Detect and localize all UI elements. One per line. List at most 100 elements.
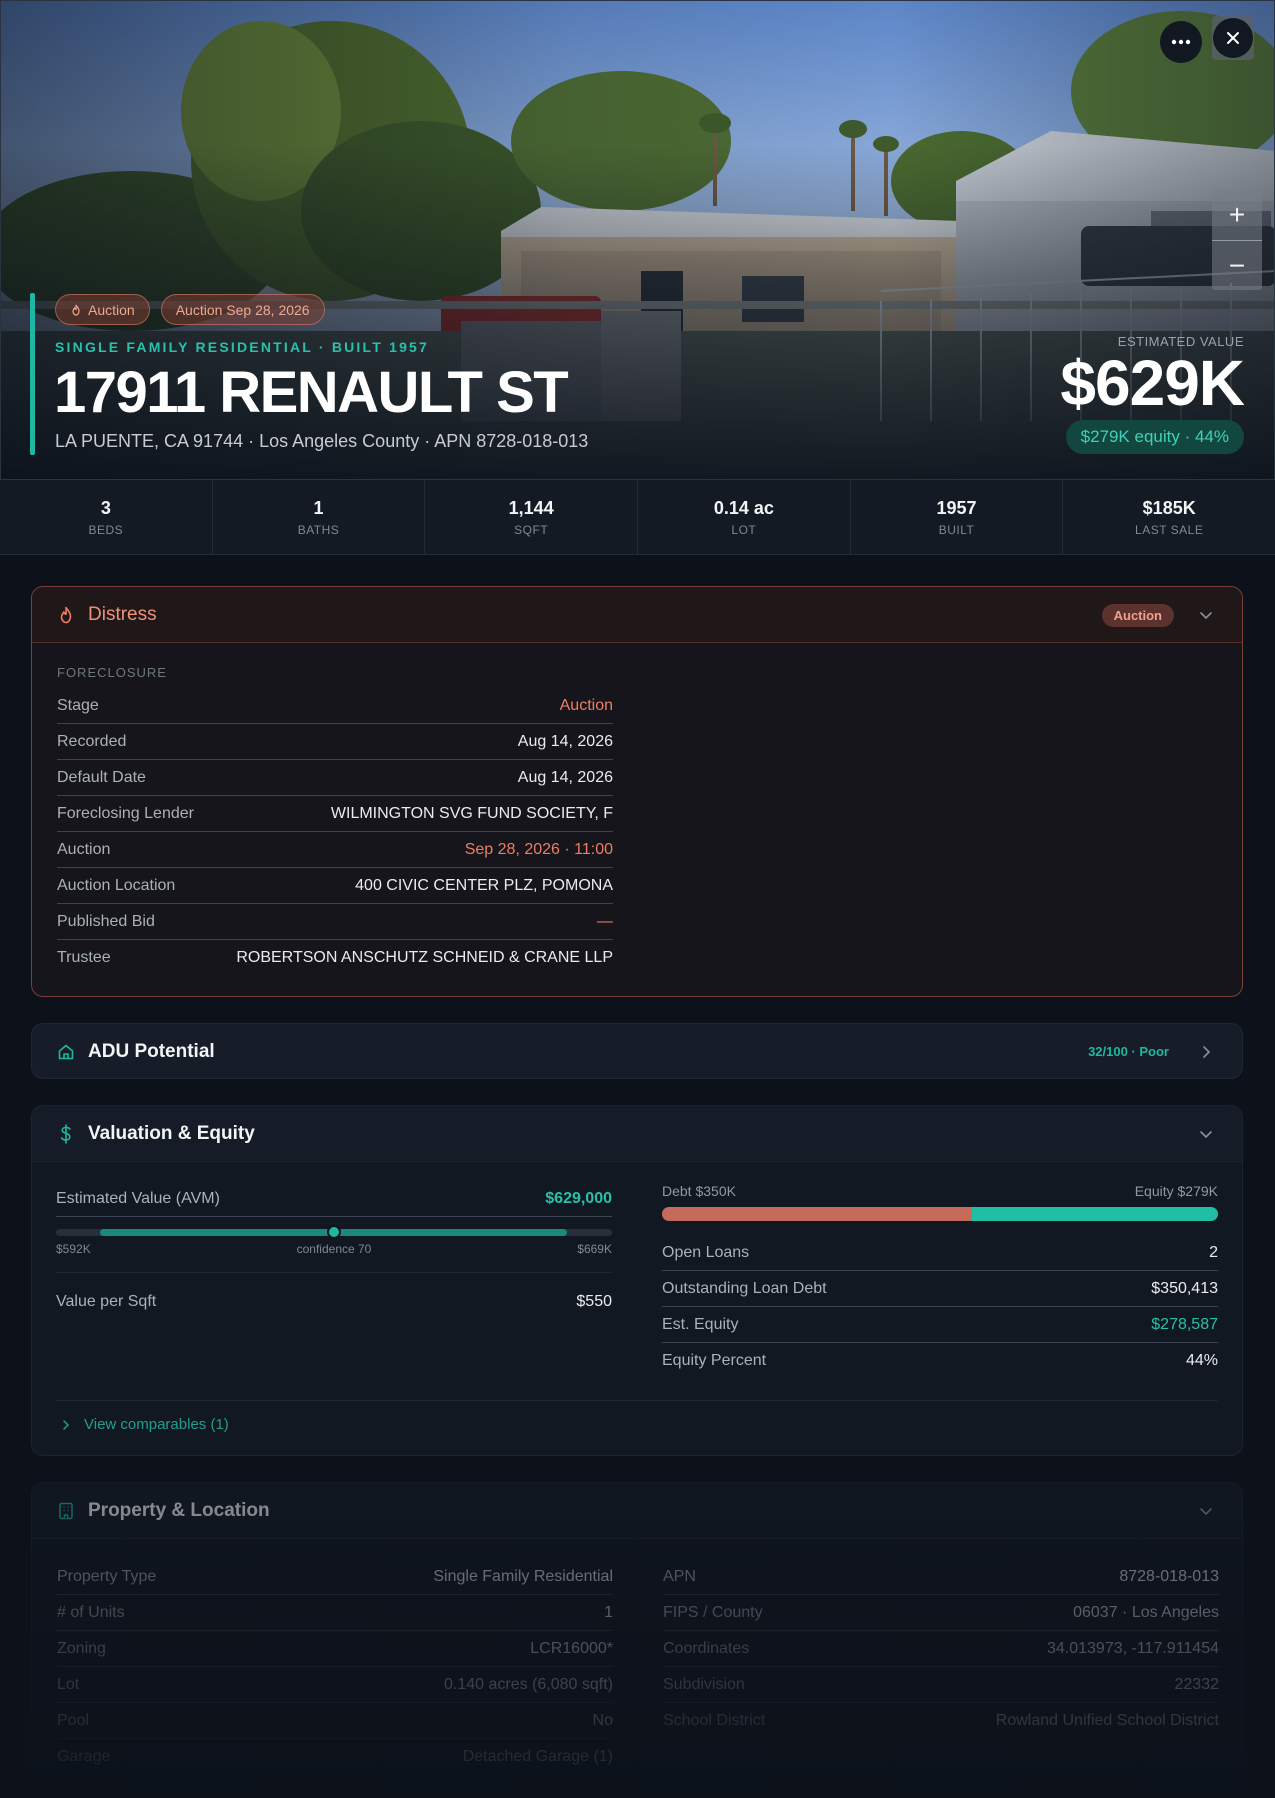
- stat-value: 3: [100, 497, 111, 518]
- foreclosure-row-auction-location: Auction Location 400 CIVIC CENTER PLZ, P…: [57, 868, 613, 904]
- debt-equity-bar: [662, 1207, 1218, 1221]
- stat-label: BUILT: [938, 522, 975, 537]
- auction-date-badge: Auction Sep 28, 2026: [160, 294, 325, 325]
- valuation-header[interactable]: Valuation & Equity: [32, 1106, 1242, 1162]
- value-per-sqft-row: Value per Sqft $550: [56, 1284, 612, 1320]
- row-label: Stage: [57, 696, 99, 714]
- row-label: Value per Sqft: [56, 1293, 157, 1310]
- auction-badge: Auction: [55, 294, 150, 325]
- stat-value: 0.14 ac: [713, 497, 774, 518]
- stat-sqft: 1,144 SQFT: [425, 480, 639, 554]
- view-comparables-link[interactable]: View comparables (1): [60, 1416, 229, 1433]
- property-row-type: Property Type Single Family Residential: [57, 1559, 613, 1595]
- equity-pill: $279K equity · 44%: [1065, 420, 1244, 454]
- row-value: Auction: [559, 696, 613, 714]
- row-label: # of Units: [57, 1603, 125, 1621]
- row-label: Auction: [57, 840, 111, 858]
- distress-header[interactable]: Distress Auction: [32, 587, 1242, 643]
- foreclosure-row-auction: Auction Sep 28, 2026 · 11:00: [57, 832, 613, 868]
- row-label: Property Type: [57, 1567, 157, 1585]
- close-icon: [1227, 32, 1239, 44]
- foreclosure-row-trustee: Trustee ROBERTSON ANSCHUTZ SCHNEID & CRA…: [57, 940, 613, 976]
- stat-label: BATHS: [297, 522, 340, 537]
- row-label: Trustee: [57, 949, 111, 966]
- row-value: $278,587: [1151, 1315, 1218, 1333]
- distress-card: Distress Auction FORECLOSURE Stage Aucti…: [31, 586, 1243, 997]
- row-label: Est. Equity: [662, 1315, 739, 1333]
- auction-date-badge-label: Auction Sep 28, 2026: [175, 301, 310, 318]
- row-label: Pool: [57, 1711, 90, 1729]
- estimated-value: $629K: [1060, 347, 1245, 419]
- more-options-button[interactable]: [1160, 21, 1202, 63]
- avm-row: Estimated Value (AVM) $629,000: [56, 1181, 612, 1217]
- property-header[interactable]: Property & Location: [32, 1483, 1242, 1539]
- equity-percent-row: Equity Percent 44%: [662, 1343, 1218, 1379]
- avm-range-marker: [327, 1225, 341, 1239]
- close-button[interactable]: [1212, 16, 1254, 60]
- flame-icon: [60, 606, 72, 623]
- equity-label: Equity $279K: [1134, 1183, 1218, 1199]
- row-value: 8728-018-013: [1119, 1567, 1219, 1585]
- chevron-down-icon[interactable]: [1196, 605, 1216, 625]
- property-title: 17911 RENAULT ST: [54, 360, 569, 425]
- row-label: Auction Location: [57, 876, 176, 894]
- property-row-school-district: School District Rowland Unified School D…: [663, 1703, 1219, 1739]
- avm-range-labels: $592K confidence 70 $669K: [56, 1242, 612, 1256]
- stat-baths: 1 BATHS: [213, 480, 426, 554]
- row-value: $550: [576, 1293, 612, 1310]
- adu-potential-card[interactable]: ADU Potential 32/100 · Poor: [31, 1023, 1243, 1079]
- debt-label: Debt $350K: [662, 1183, 736, 1199]
- open-loans-row: Open Loans 2: [662, 1235, 1218, 1271]
- row-value: Single Family Residential: [433, 1567, 613, 1585]
- hero-badges: Auction Auction Sep 28, 2026: [55, 294, 325, 325]
- divider: [56, 1272, 612, 1273]
- foreclosure-row-recorded: Recorded Aug 14, 2026: [57, 724, 613, 760]
- row-value: WILMINGTON SVG FUND SOCIETY, F: [330, 804, 613, 822]
- property-row-zoning: Zoning LCR16000*: [57, 1631, 613, 1667]
- est-equity-row: Est. Equity $278,587: [662, 1307, 1218, 1343]
- row-label: Subdivision: [663, 1675, 745, 1693]
- foreclosure-row-stage: Stage Auction: [57, 688, 613, 724]
- hero-accent-bar: [30, 293, 35, 455]
- avm-label: Estimated Value (AVM): [56, 1189, 220, 1207]
- chevron-right-icon: [63, 1419, 70, 1430]
- distress-status-badge: Auction: [1101, 604, 1174, 627]
- valuation-title: Valuation & Equity: [88, 1122, 255, 1144]
- row-value: —: [597, 912, 613, 930]
- stats-bar: 3 BEDS 1 BATHS 1,144 SQFT 0.14 ac LOT 19…: [0, 479, 1275, 555]
- row-value: 2: [1209, 1243, 1218, 1261]
- property-title: Property & Location: [88, 1499, 270, 1521]
- row-value: 44%: [1185, 1352, 1218, 1369]
- range-low: $592K: [56, 1242, 91, 1256]
- adu-header[interactable]: ADU Potential 32/100 · Poor: [32, 1024, 1242, 1078]
- row-value: Detached Garage (1): [462, 1748, 613, 1765]
- more-horizontal-icon: [1171, 39, 1191, 45]
- stat-label: LOT: [731, 522, 757, 537]
- row-value: Sep 28, 2026 · 11:00: [464, 840, 613, 858]
- row-label: Equity Percent: [662, 1352, 767, 1369]
- property-subtitle: SINGLE FAMILY RESIDENTIAL · BUILT 1957: [55, 339, 430, 355]
- debt-bar-segment: [662, 1207, 972, 1221]
- avm-range-bar: [56, 1225, 612, 1239]
- row-label: Outstanding Loan Debt: [662, 1279, 827, 1297]
- row-label: Zoning: [57, 1639, 106, 1657]
- chevron-down-icon[interactable]: [1196, 1501, 1216, 1521]
- zoom-in-button[interactable]: +: [1212, 190, 1262, 240]
- chevron-right-icon[interactable]: [1196, 1042, 1216, 1062]
- stat-label: LAST SALE: [1135, 522, 1204, 537]
- zoom-out-button[interactable]: −: [1212, 241, 1262, 291]
- home-icon: [58, 1044, 74, 1060]
- property-row-fips: FIPS / County 06037 · Los Angeles: [663, 1595, 1219, 1631]
- stat-value: 1: [313, 497, 324, 518]
- row-value: 34.013973, -117.911454: [1046, 1639, 1219, 1657]
- chevron-down-icon[interactable]: [1196, 1124, 1216, 1144]
- stat-value: $185K: [1142, 497, 1196, 518]
- row-value: 0.140 acres (6,080 sqft): [444, 1675, 613, 1693]
- row-label: FIPS / County: [663, 1603, 763, 1621]
- stat-value: 1957: [936, 497, 977, 518]
- row-label: Default Date: [57, 768, 146, 786]
- stat-label: BEDS: [88, 522, 124, 537]
- row-label: Garage: [57, 1748, 111, 1765]
- stat-label: SQFT: [514, 522, 549, 537]
- property-row-subdivision: Subdivision 22332: [663, 1667, 1219, 1703]
